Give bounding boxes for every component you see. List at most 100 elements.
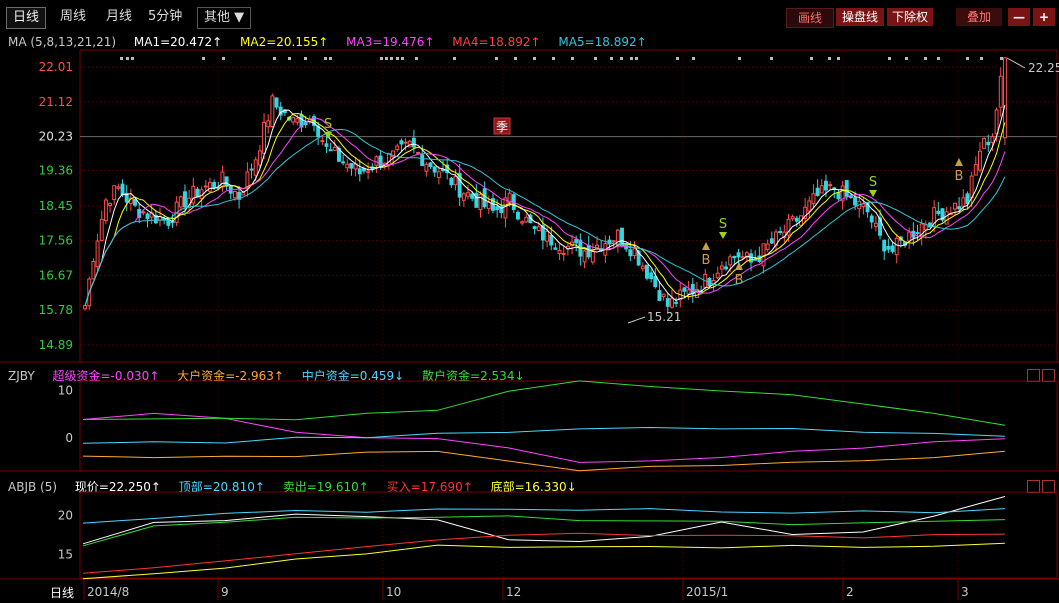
candle-body — [349, 163, 354, 169]
candle-body — [253, 159, 258, 176]
candle-body — [994, 109, 999, 135]
candle-body — [807, 200, 812, 212]
event-marker-dot — [888, 57, 891, 60]
candle-body — [728, 256, 733, 266]
event-marker-dot — [304, 57, 307, 60]
indicator-series-line — [82, 412, 1005, 463]
candle-body — [320, 140, 325, 143]
candlestick — [832, 186, 837, 199]
candlestick — [986, 134, 991, 153]
candle-body — [411, 137, 416, 148]
candle-body — [274, 97, 279, 108]
candlestick — [374, 155, 379, 174]
candle-body — [345, 163, 350, 169]
stock-chart[interactable]: 22.01 21.12 20.23 19.36 18.45 17.56 16.67 15.78… — [0, 0, 1059, 603]
candlestick — [977, 142, 982, 173]
buy-signal-arrow — [702, 242, 710, 250]
event-marker-dot — [828, 57, 831, 60]
indicator-series-line — [82, 426, 1005, 444]
candlestick — [349, 163, 354, 176]
candlestick — [411, 129, 416, 154]
candle-body — [965, 193, 970, 205]
candle-body — [549, 235, 554, 246]
event-marker-dot — [533, 57, 536, 60]
candle-body — [769, 238, 774, 244]
candlestick — [99, 210, 104, 242]
candle-body — [982, 137, 987, 149]
price-tick-label: 17.56 — [39, 234, 73, 248]
event-marker-dot — [396, 57, 399, 60]
candle-body — [657, 290, 662, 301]
candle-body — [669, 298, 674, 308]
event-marker-dot — [1000, 57, 1003, 60]
candlestick — [341, 154, 346, 166]
candlestick — [270, 93, 275, 128]
quarter-badge-label: 季 — [496, 120, 508, 134]
price-tick-label: 14.89 — [39, 338, 73, 352]
candle-body — [399, 140, 404, 145]
event-marker-dot — [980, 57, 983, 60]
candle-body — [470, 193, 475, 199]
candle-body — [686, 289, 691, 295]
candlestick — [982, 137, 987, 149]
candlestick — [828, 181, 833, 191]
candle-body — [403, 141, 408, 144]
candlestick — [503, 190, 508, 228]
candle-body — [977, 150, 982, 171]
price-tick-label: 20.23 — [39, 130, 73, 144]
price-tick-label: 22.01 — [39, 60, 73, 74]
panel-frame — [79, 491, 1058, 579]
candlestick — [719, 261, 724, 277]
candle-body — [953, 202, 957, 210]
event-marker-dot — [738, 57, 741, 60]
price-tick-label: 16.67 — [39, 268, 73, 282]
candlestick — [445, 158, 450, 180]
candlestick — [395, 143, 400, 152]
event-marker-dot — [837, 57, 840, 60]
candle-body — [332, 146, 337, 151]
candle-body — [936, 210, 941, 215]
candle-body — [923, 224, 928, 231]
candle-body — [203, 185, 208, 188]
candle-body — [620, 227, 624, 247]
candle-body — [661, 293, 666, 298]
candle-body — [590, 250, 595, 263]
indicator-series-line — [82, 380, 1005, 426]
price-tick-label: 18.45 — [39, 199, 73, 213]
x-axis-tick-label: 10 — [386, 585, 401, 599]
candlestick — [769, 231, 774, 245]
candle-body — [749, 253, 753, 263]
candlestick — [436, 166, 441, 185]
candlestick — [998, 67, 1003, 117]
event-marker-dot — [453, 57, 456, 60]
candle-body — [461, 193, 466, 201]
candlestick — [836, 189, 841, 201]
candlestick — [91, 258, 96, 280]
candle-body — [674, 301, 679, 304]
candle-body — [894, 237, 899, 256]
event-marker-dot — [594, 57, 597, 60]
candlestick — [615, 228, 620, 253]
candle-body — [424, 163, 429, 172]
candle-body — [178, 196, 183, 208]
candle-body — [266, 120, 271, 128]
candle-body — [736, 252, 741, 258]
candle-body — [732, 255, 737, 259]
event-marker-dot — [610, 57, 613, 60]
candle-body — [328, 149, 333, 152]
event-marker-dot — [390, 57, 393, 60]
candle-body — [823, 180, 828, 191]
price-tick-label: 19.36 — [39, 164, 73, 178]
candle-body — [520, 221, 525, 224]
candle-body — [341, 161, 346, 164]
event-marker-dot — [810, 57, 813, 60]
candle-body — [915, 232, 920, 235]
event-marker-dot — [966, 57, 969, 60]
candlestick — [811, 184, 816, 209]
candle-body — [249, 168, 254, 171]
event-marker-dot — [131, 57, 134, 60]
candlestick — [291, 116, 296, 126]
x-axis-tick-label: 9 — [221, 585, 229, 599]
candle-body — [844, 180, 849, 197]
event-marker-dot — [401, 57, 404, 60]
